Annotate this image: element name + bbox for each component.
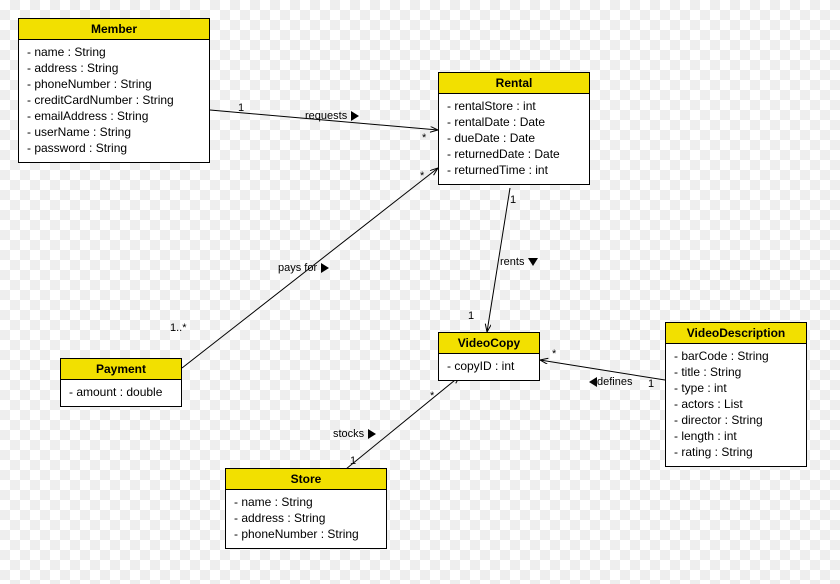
class-member: Member - name : String - address : Strin… xyxy=(18,18,210,163)
class-videocopy-title: VideoCopy xyxy=(439,333,539,354)
mult-requests-from: 1 xyxy=(238,102,244,114)
class-rental: Rental - rentalStore : int - rentalDate … xyxy=(438,72,590,185)
mult-defines-to: 1 xyxy=(648,378,654,390)
class-videocopy-attrs: - copyID : int xyxy=(439,354,539,380)
attr: - address : String xyxy=(234,510,378,526)
attr: - address : String xyxy=(27,60,201,76)
mult-requests-to: * xyxy=(422,132,426,144)
attr: - emailAddress : String xyxy=(27,108,201,124)
attr: - returnedDate : Date xyxy=(447,146,581,162)
attr: - actors : List xyxy=(674,396,798,412)
mult-rents-to: 1 xyxy=(468,310,474,322)
class-videodescription-attrs: - barCode : String - title : String - ty… xyxy=(666,344,806,466)
class-videodescription: VideoDescription - barCode : String - ti… xyxy=(665,322,807,467)
class-store: Store - name : String - address : String… xyxy=(225,468,387,549)
attr: - rentalStore : int xyxy=(447,98,581,114)
attr: - returnedTime : int xyxy=(447,162,581,178)
edge-label-text: rents xyxy=(500,256,524,268)
edge-label-stocks: stocks xyxy=(333,428,376,440)
attr: - length : int xyxy=(674,428,798,444)
class-rental-attrs: - rentalStore : int - rentalDate : Date … xyxy=(439,94,589,184)
class-payment: Payment - amount : double xyxy=(60,358,182,407)
attr: - rating : String xyxy=(674,444,798,460)
class-videocopy: VideoCopy - copyID : int xyxy=(438,332,540,381)
mult-stocks-to: * xyxy=(430,390,434,402)
mult-paysfor-from: 1..* xyxy=(170,322,187,334)
class-rental-title: Rental xyxy=(439,73,589,94)
attr: - phoneNumber : String xyxy=(27,76,201,92)
edge-label-text: requests xyxy=(305,110,347,122)
attr: - title : String xyxy=(674,364,798,380)
attr: - creditCardNumber : String xyxy=(27,92,201,108)
mult-paysfor-to: * xyxy=(420,170,424,182)
attr: - rentalDate : Date xyxy=(447,114,581,130)
class-store-attrs: - name : String - address : String - pho… xyxy=(226,490,386,548)
edge-label-text: pays for xyxy=(278,262,317,274)
uml-canvas: Member - name : String - address : Strin… xyxy=(0,0,840,584)
edge-label-defines: defines xyxy=(585,376,632,388)
attr: - director : String xyxy=(674,412,798,428)
class-member-title: Member xyxy=(19,19,209,40)
class-payment-title: Payment xyxy=(61,359,181,380)
attr: - name : String xyxy=(234,494,378,510)
arrow-icon xyxy=(528,258,538,266)
attr: - copyID : int xyxy=(447,358,531,374)
edge-label-rents: rents xyxy=(500,256,538,268)
attr: - type : int xyxy=(674,380,798,396)
arrow-icon xyxy=(321,263,329,273)
edge-label-text: defines xyxy=(597,376,632,388)
arrow-icon xyxy=(589,377,597,387)
attr: - password : String xyxy=(27,140,201,156)
attr: - userName : String xyxy=(27,124,201,140)
mult-defines-from: * xyxy=(552,348,556,360)
class-member-attrs: - name : String - address : String - pho… xyxy=(19,40,209,162)
attr: - phoneNumber : String xyxy=(234,526,378,542)
attr: - dueDate : Date xyxy=(447,130,581,146)
arrow-icon xyxy=(351,111,359,121)
attr: - barCode : String xyxy=(674,348,798,364)
edge-label-text: stocks xyxy=(333,428,364,440)
edge-label-paysfor: pays for xyxy=(278,262,329,274)
attr: - name : String xyxy=(27,44,201,60)
class-store-title: Store xyxy=(226,469,386,490)
class-videodescription-title: VideoDescription xyxy=(666,323,806,344)
edge-label-requests: requests xyxy=(305,110,359,122)
mult-stocks-from: 1 xyxy=(350,455,356,467)
class-payment-attrs: - amount : double xyxy=(61,380,181,406)
arrow-icon xyxy=(368,429,376,439)
attr: - amount : double xyxy=(69,384,173,400)
mult-rents-from: 1 xyxy=(510,194,516,206)
